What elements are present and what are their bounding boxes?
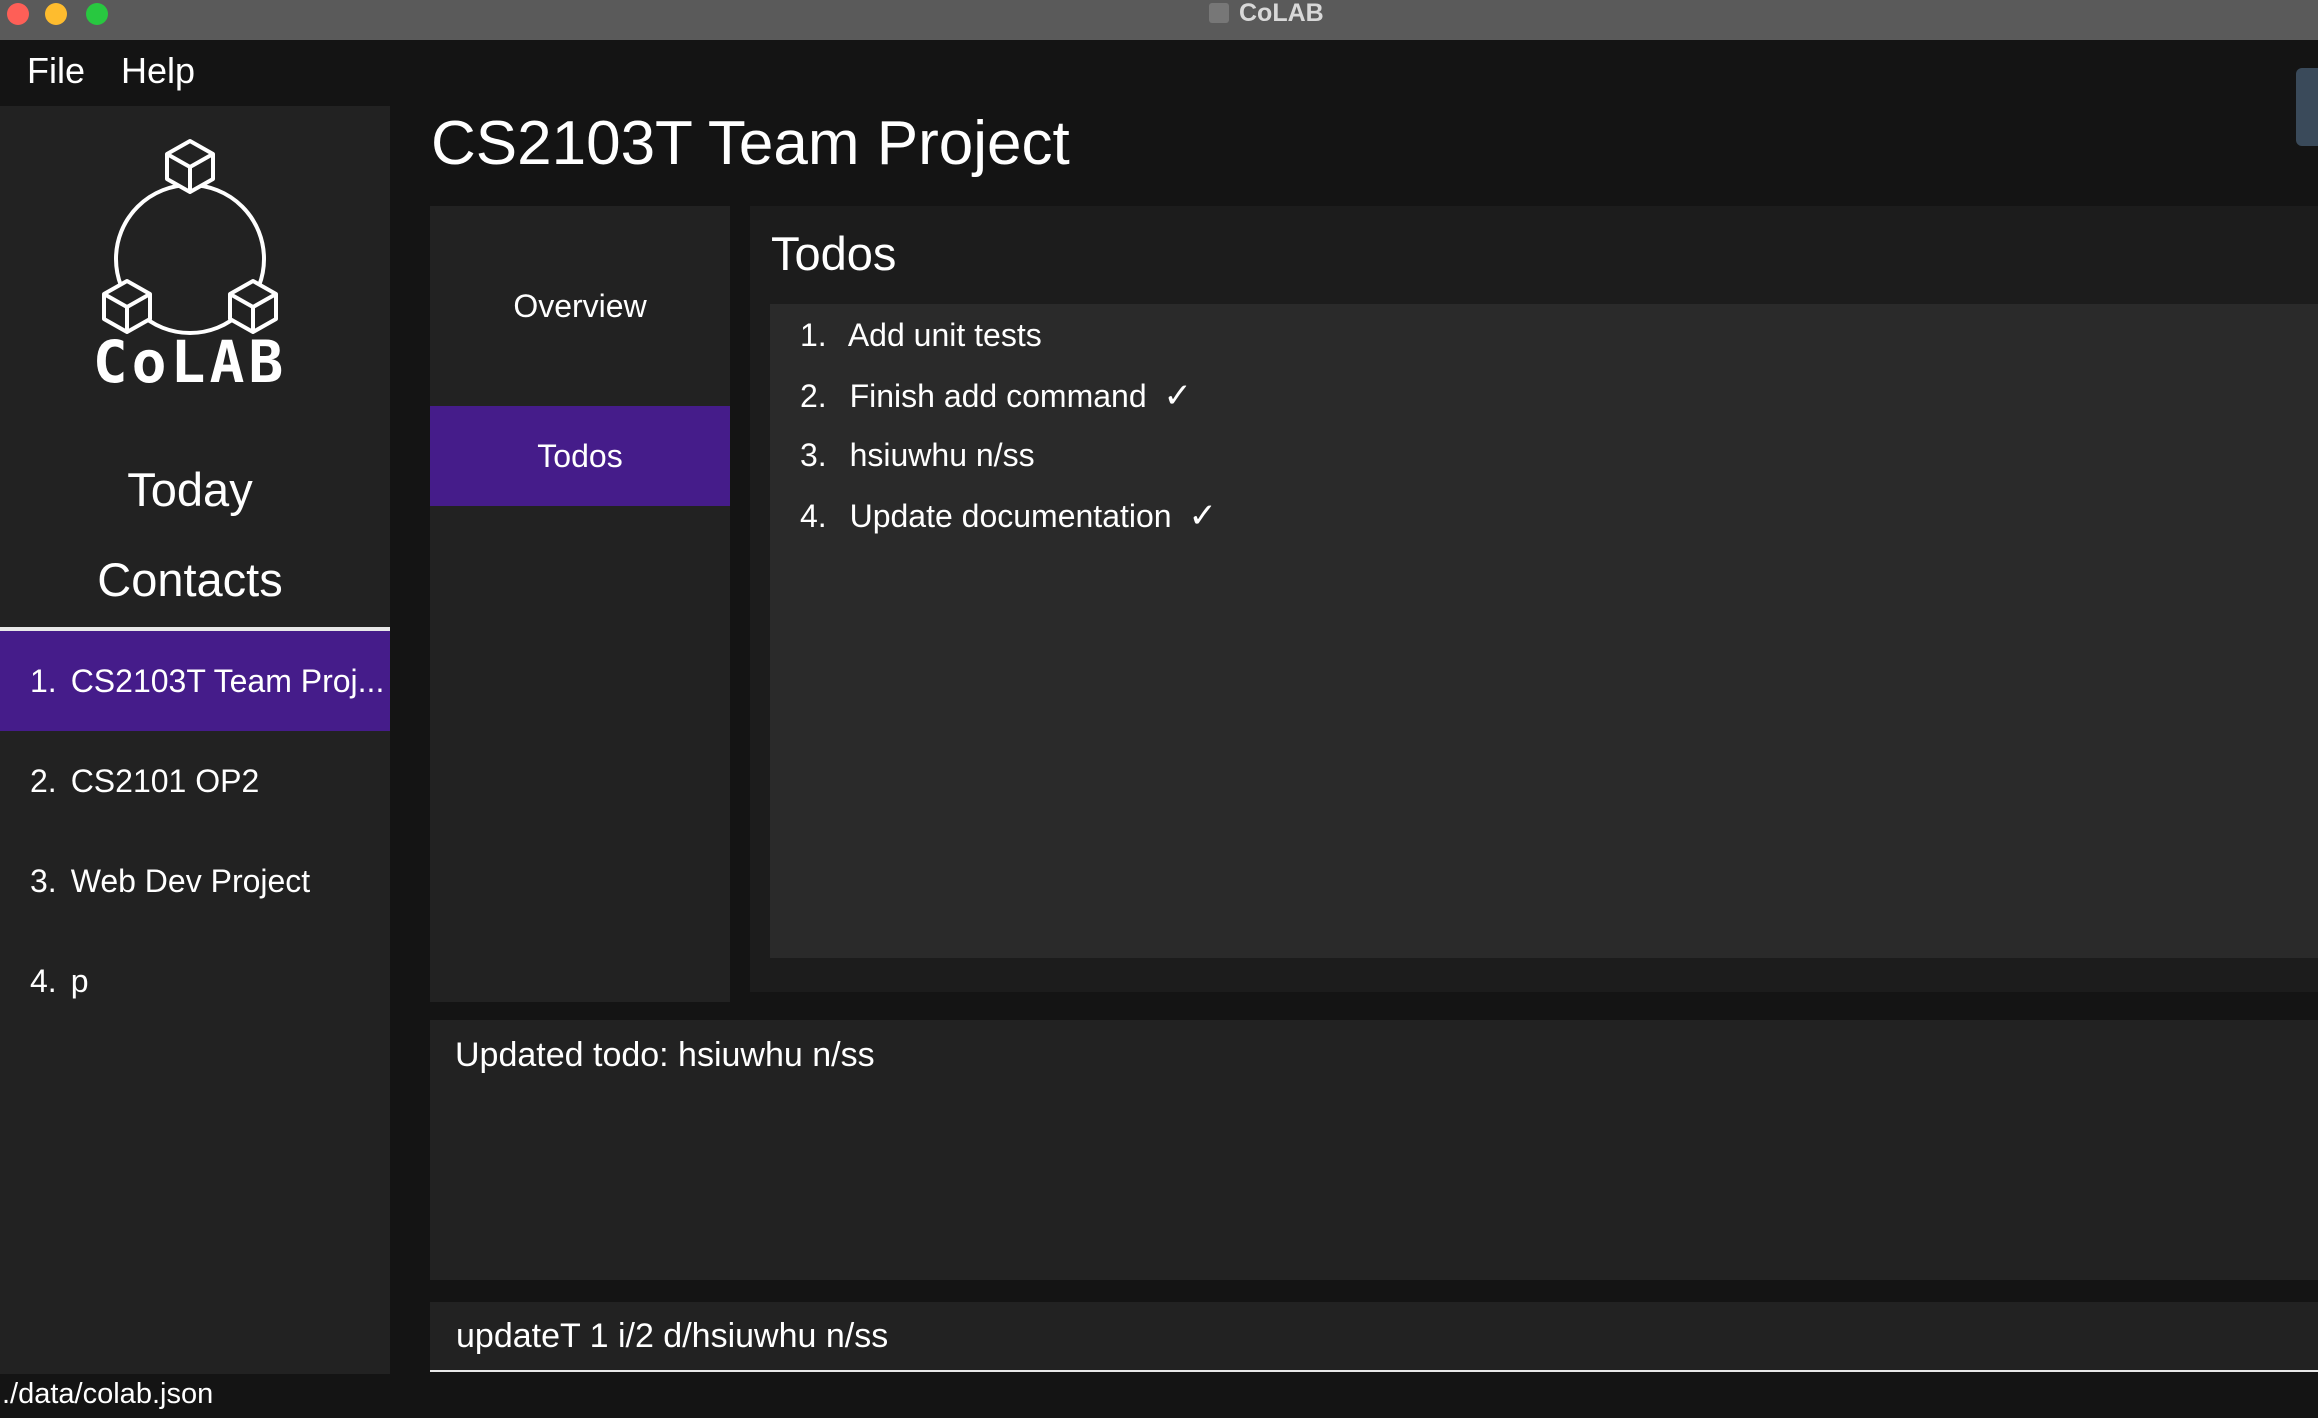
project-list: 1. CS2103T Team Proj... 2. CS2101 OP2 3.… (0, 631, 390, 1031)
project-item-2[interactable]: 2. CS2101 OP2 (0, 731, 390, 831)
result-display: Updated todo: hsiuwhu n/ss (430, 1020, 2318, 1280)
todo-item-2[interactable]: 2. Finish add command ✓ (800, 376, 1192, 416)
check-icon: ✓ (1188, 497, 1217, 535)
project-item-4[interactable]: 4. p (0, 931, 390, 1031)
tab-overview[interactable]: Overview (430, 256, 730, 356)
project-item-3[interactable]: 3. Web Dev Project (0, 831, 390, 931)
todo-index: 1. (800, 317, 827, 353)
todo-index: 4. (800, 498, 827, 534)
app-icon (1209, 3, 1229, 23)
project-index: 3. (30, 862, 57, 899)
project-index: 4. (30, 962, 57, 999)
tab-panel: Overview Todos (430, 206, 730, 1002)
logo-text: CoLAB (92, 328, 288, 396)
project-index: 1. (30, 662, 57, 699)
todo-heading: Todos (771, 227, 897, 280)
todo-panel: Todos 1. Add unit tests 2. Finish add co… (750, 206, 2318, 992)
nav-today[interactable]: Today (0, 462, 380, 517)
todo-item-4[interactable]: 4. Update documentation ✓ (800, 496, 1217, 536)
todo-text: hsiuwhu n/ss (849, 437, 1035, 473)
project-name: CS2103T Team Proj... (70, 662, 385, 699)
close-window-button[interactable] (7, 3, 29, 25)
edge-scroll-tab[interactable] (2296, 68, 2318, 146)
project-name: CS2101 OP2 (70, 762, 260, 799)
window-title: CoLAB (1209, 0, 1324, 27)
todo-item-3[interactable]: 3. hsiuwhu n/ss (800, 436, 1043, 475)
todo-index: 2. (800, 378, 827, 414)
project-item-1[interactable]: 1. CS2103T Team Proj... (0, 631, 390, 731)
todo-text: Finish add command (849, 378, 1147, 414)
project-name: Web Dev Project (70, 862, 311, 899)
window-titlebar: CoLAB (0, 0, 2318, 40)
window-title-text: CoLAB (1239, 0, 1324, 27)
sidebar: CoLAB Today Contacts 1. CS2103T Team Pro… (0, 106, 390, 1374)
command-input[interactable] (430, 1302, 2318, 1370)
menu-bar: File Help (0, 40, 2318, 146)
result-text: Updated todo: hsiuwhu n/ss (455, 1036, 875, 1074)
todo-text: Add unit tests (847, 317, 1042, 353)
colab-logo-icon (102, 139, 278, 335)
nav-contacts[interactable]: Contacts (0, 552, 380, 607)
menu-help[interactable]: Help (121, 50, 195, 92)
storage-path: ./data/colab.json (2, 1378, 214, 1410)
todo-index: 3. (800, 437, 827, 473)
todo-item-1[interactable]: 1. Add unit tests (800, 316, 1050, 355)
tab-todos[interactable]: Todos (430, 406, 730, 506)
status-bar: ./data/colab.json (0, 1374, 2318, 1418)
check-icon: ✓ (1163, 377, 1193, 415)
page-title: CS2103T Team Project (431, 109, 1070, 178)
menu-file[interactable]: File (27, 50, 85, 92)
project-name: p (70, 962, 89, 999)
maximize-window-button[interactable] (86, 3, 108, 25)
minimize-window-button[interactable] (45, 3, 67, 25)
project-index: 2. (30, 762, 57, 799)
command-box (430, 1302, 2318, 1372)
todo-text: Update documentation (849, 498, 1172, 534)
todo-list: 1. Add unit tests 2. Finish add command … (770, 304, 2318, 958)
